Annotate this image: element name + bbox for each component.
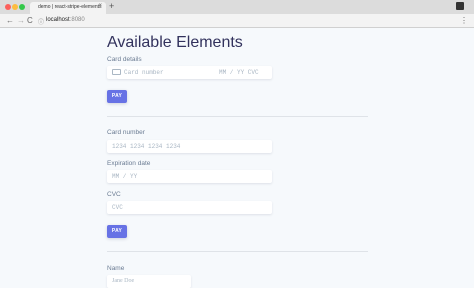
url-host: localhost <box>46 17 70 23</box>
card-details-label: Card details <box>107 56 142 63</box>
card-expiry-cvc-placeholder: MM / YY CVC <box>219 69 259 76</box>
card-number-placeholder: 1234 1234 1234 1234 <box>112 143 181 150</box>
expiration-date-label: Expiration date <box>107 160 151 167</box>
address-bar[interactable]: localhost:8080 <box>46 17 85 23</box>
forward-arrow-icon[interactable]: → <box>17 16 25 25</box>
name-placeholder: Jane Doe <box>112 278 135 284</box>
browser-tab[interactable]: demo | react-stripe-elements × <box>30 2 106 14</box>
new-tab-button[interactable]: + <box>109 1 114 11</box>
maximize-window-button[interactable] <box>19 4 25 10</box>
section-divider <box>107 116 368 117</box>
pay-button[interactable]: PAY <box>107 90 127 103</box>
profile-icon[interactable] <box>456 2 464 10</box>
close-window-button[interactable] <box>5 4 11 10</box>
page-content: Available Elements Card details Card num… <box>0 28 474 288</box>
card-number-label: Card number <box>107 129 145 136</box>
tab-title: demo | react-stripe-elements <box>38 4 102 10</box>
cvc-placeholder: CVC <box>112 204 123 211</box>
card-element-field[interactable]: Card number MM / YY CVC <box>107 66 272 79</box>
credit-card-icon <box>112 69 121 75</box>
browser-menu-icon[interactable]: ⋮ <box>460 16 468 25</box>
back-arrow-icon[interactable]: ← <box>6 16 14 25</box>
reload-icon[interactable]: C <box>27 16 33 25</box>
cvc-field[interactable]: CVC <box>107 201 272 214</box>
name-field[interactable]: Jane Doe <box>107 275 191 288</box>
card-number-placeholder: Card number <box>124 69 164 76</box>
info-icon[interactable]: ⓘ <box>38 17 44 26</box>
name-label: Name <box>107 265 125 272</box>
pay-button-split[interactable]: PAY <box>107 225 127 238</box>
minimize-window-button[interactable] <box>12 4 18 10</box>
cvc-label: CVC <box>107 191 121 198</box>
expiration-date-field[interactable]: MM / YY <box>107 170 272 183</box>
tab-close-icon[interactable]: × <box>98 3 102 9</box>
card-number-field[interactable]: 1234 1234 1234 1234 <box>107 140 272 153</box>
expiration-placeholder: MM / YY <box>112 173 138 180</box>
url-port: :8080 <box>69 17 85 23</box>
section-divider <box>107 251 368 252</box>
browser-tab-strip: demo | react-stripe-elements × + <box>0 0 474 14</box>
browser-toolbar: ← → C ⓘ localhost:8080 ⋮ <box>0 14 474 28</box>
page-title: Available Elements <box>107 34 243 51</box>
